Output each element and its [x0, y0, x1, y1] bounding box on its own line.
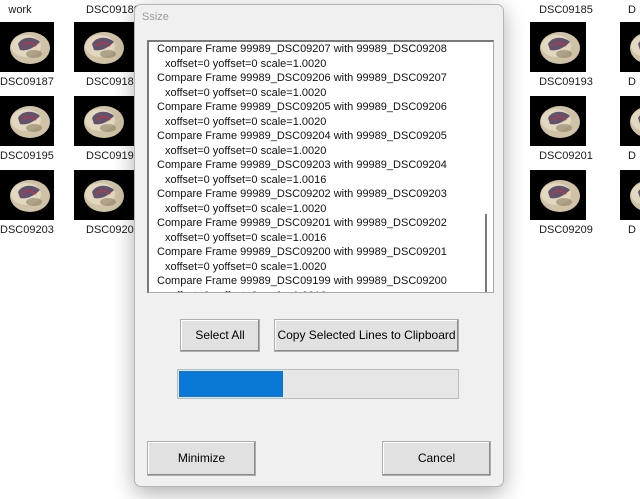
file-label[interactable]: DSC09187 — [0, 76, 54, 88]
file-label[interactable]: work — [0, 4, 40, 16]
log-line[interactable]: Compare Frame 99989_DSC09203 with 99989_… — [157, 158, 477, 173]
ssize-dialog: Ssize Compare Frame 99989_DSC09207 with … — [134, 4, 504, 487]
image-thumbnail[interactable] — [620, 96, 640, 146]
log-line[interactable]: Compare Frame 99989_DSC09202 with 99989_… — [157, 187, 477, 202]
image-thumbnail[interactable] — [74, 170, 134, 220]
file-label[interactable]: D — [628, 4, 640, 16]
log-line[interactable]: Compare Frame 99989_DSC09204 with 99989_… — [157, 129, 477, 144]
scrollbar-thumb[interactable] — [485, 214, 487, 292]
log-line[interactable]: xoffset=0 yoffset=0 scale=1.0020 — [157, 202, 477, 217]
file-label[interactable]: DSC09203 — [0, 224, 54, 236]
log-listbox[interactable]: Compare Frame 99989_DSC09207 with 99989_… — [147, 40, 494, 293]
image-thumbnail[interactable] — [0, 22, 54, 72]
copy-to-clipboard-button[interactable]: Copy Selected Lines to Clipboard — [274, 319, 459, 352]
cancel-button[interactable]: Cancel — [382, 441, 491, 476]
image-thumbnail[interactable] — [530, 96, 586, 146]
file-label[interactable]: DSC09193 — [538, 76, 594, 88]
image-thumbnail[interactable] — [530, 22, 586, 72]
log-line[interactable]: Compare Frame 99989_DSC09201 with 99989_… — [157, 216, 477, 231]
cancel-label: Cancel — [417, 451, 456, 465]
file-label[interactable]: DSC09201 — [538, 150, 594, 162]
log-line[interactable]: xoffset=0 yoffset=0 scale=1.0020 — [157, 260, 477, 275]
file-label[interactable]: D — [628, 76, 640, 88]
select-all-label: Select All — [195, 328, 245, 342]
file-label[interactable]: DSC09195 — [0, 150, 54, 162]
select-all-button[interactable]: Select All — [180, 319, 260, 352]
image-thumbnail[interactable] — [74, 22, 134, 72]
dialog-title: Ssize — [142, 11, 169, 23]
image-thumbnail[interactable] — [620, 22, 640, 72]
file-label[interactable]: DSC09196 — [86, 150, 140, 162]
log-line[interactable]: xoffset=0 yoffset=0 scale=1.0016 — [157, 231, 477, 246]
progress-fill — [179, 371, 284, 397]
file-label[interactable]: DSC09185 — [538, 4, 594, 16]
image-thumbnail[interactable] — [530, 170, 586, 220]
log-line[interactable]: Compare Frame 99989_DSC09205 with 99989_… — [157, 100, 477, 115]
log-line[interactable]: xoffset=0 yoffset=0 scale=1.0020 — [157, 144, 477, 159]
image-thumbnail[interactable] — [74, 96, 134, 146]
log-lines: Compare Frame 99989_DSC09207 with 99989_… — [157, 42, 477, 293]
minimize-label: Minimize — [177, 451, 226, 465]
image-thumbnail[interactable] — [620, 170, 640, 220]
log-line[interactable]: xoffset=0 yoffset=0 scale=1.0016 — [157, 289, 477, 293]
dialog-titlebar[interactable] — [135, 5, 503, 35]
file-label[interactable]: D — [628, 224, 640, 236]
copy-label: Copy Selected Lines to Clipboard — [277, 328, 456, 342]
file-label[interactable]: DSC09204 — [86, 224, 140, 236]
log-line[interactable]: xoffset=0 yoffset=0 scale=1.0020 — [157, 57, 477, 72]
log-line[interactable]: Compare Frame 99989_DSC09200 with 99989_… — [157, 245, 477, 260]
log-line[interactable]: Compare Frame 99989_DSC09206 with 99989_… — [157, 71, 477, 86]
file-label[interactable]: DSC09209 — [538, 224, 594, 236]
image-thumbnail[interactable] — [0, 170, 54, 220]
log-line[interactable]: xoffset=0 yoffset=0 scale=1.0020 — [157, 115, 477, 130]
log-line[interactable]: Compare Frame 99989_DSC09207 with 99989_… — [157, 42, 477, 57]
file-label[interactable]: DSC09188 — [86, 76, 140, 88]
log-line[interactable]: xoffset=0 yoffset=0 scale=1.0020 — [157, 86, 477, 101]
log-line[interactable]: Compare Frame 99989_DSC09199 with 99989_… — [157, 274, 477, 289]
file-label[interactable]: DSC09180 — [86, 4, 140, 16]
image-thumbnail[interactable] — [0, 96, 54, 146]
log-line[interactable]: xoffset=0 yoffset=0 scale=1.0016 — [157, 173, 477, 188]
progress-bar — [177, 369, 459, 399]
minimize-button[interactable]: Minimize — [147, 441, 256, 476]
file-label[interactable]: D — [628, 150, 640, 162]
